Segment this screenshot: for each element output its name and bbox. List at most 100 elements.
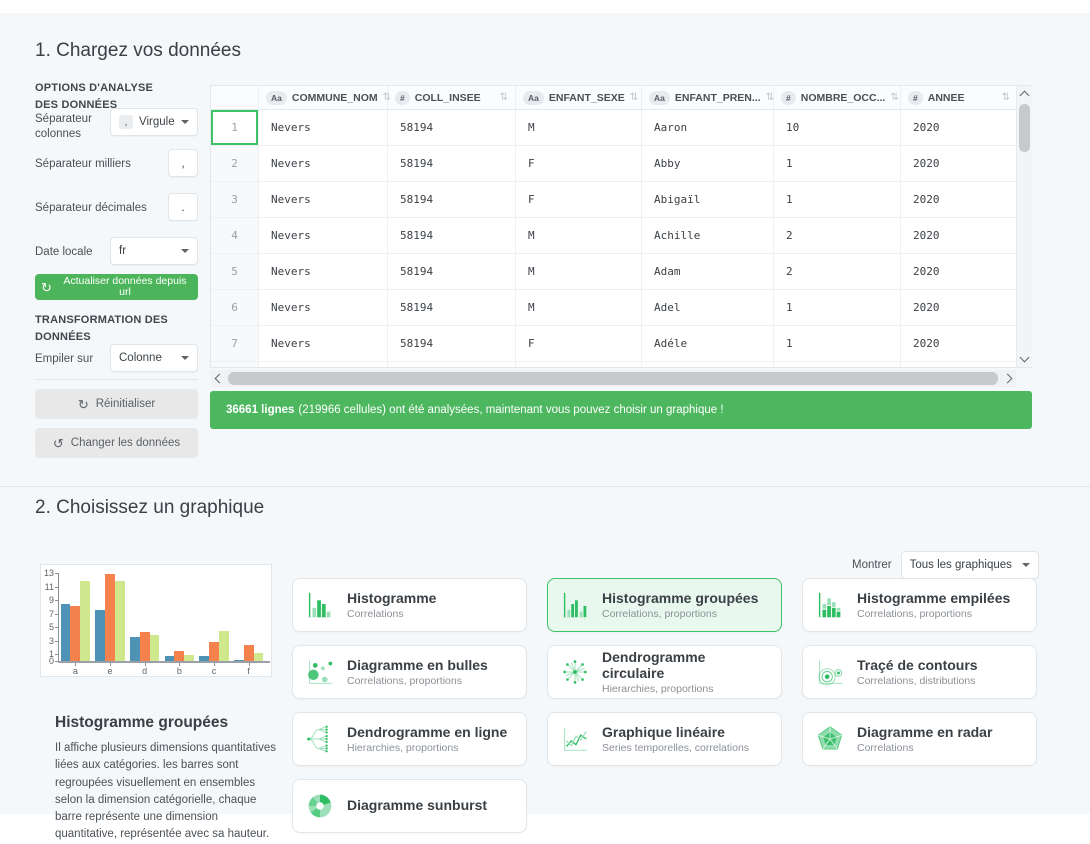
sort-icon[interactable]: ⇅ <box>890 92 898 103</box>
chart-card[interactable]: Graphique linéaireSeries temporelles, co… <box>547 712 782 766</box>
table-cell[interactable]: Nevers <box>259 290 388 325</box>
table-cell[interactable]: Abigaïl <box>642 182 774 217</box>
change-data-button[interactable]: ↺ Changer les données <box>35 428 198 458</box>
sort-icon[interactable]: ⇅ <box>766 92 774 103</box>
table-cell[interactable]: Achille <box>642 218 774 253</box>
row-number-cell[interactable]: 1 <box>211 110 259 145</box>
table-cell[interactable]: 2 <box>774 218 901 253</box>
column-header[interactable]: AaCOMMUNE_NOM⇅ <box>259 86 388 109</box>
table-cell[interactable]: 2020 <box>901 182 1018 217</box>
decimals-separator-input[interactable]: . <box>168 193 198 221</box>
scroll-right-icon[interactable] <box>1003 374 1013 384</box>
row-number-cell[interactable]: 4 <box>211 218 259 253</box>
sort-icon[interactable]: ⇅ <box>630 92 638 103</box>
row-number-cell[interactable]: 7 <box>211 326 259 361</box>
grouped-bars-icon <box>558 588 592 622</box>
scroll-down-icon[interactable] <box>1020 353 1030 363</box>
table-cell[interactable]: 58194 <box>388 362 516 368</box>
table-cell[interactable]: M <box>516 110 642 145</box>
table-cell[interactable]: F <box>516 362 642 368</box>
table-cell[interactable]: 2020 <box>901 218 1018 253</box>
sort-icon[interactable]: ⇅ <box>500 92 508 103</box>
table-cell[interactable]: M <box>516 290 642 325</box>
table-cell[interactable]: 58194 <box>388 326 516 361</box>
table-cell[interactable]: 10 <box>774 110 901 145</box>
chart-card[interactable]: Dendrogramme en ligneHierarchies, propor… <box>292 712 527 766</box>
column-header[interactable]: #COLL_INSEE⇅ <box>388 86 516 109</box>
sort-icon[interactable]: ⇅ <box>1002 92 1010 103</box>
column-header[interactable]: #ANNEE⇅ <box>901 86 1018 109</box>
table-cell[interactable]: 2020 <box>901 110 1018 145</box>
table-cell[interactable]: Adèle <box>642 362 774 368</box>
vertical-scroll-thumb[interactable] <box>1019 104 1030 152</box>
show-filter-select[interactable]: Tous les graphiques <box>901 551 1039 579</box>
column-header[interactable]: AaENFANT_SEXE⇅ <box>516 86 642 109</box>
table-cell[interactable]: 2020 <box>901 146 1018 181</box>
table-cell[interactable]: 58194 <box>388 182 516 217</box>
table-cell[interactable]: 2020 <box>901 254 1018 289</box>
section2-title: 2. Choisissez un graphique <box>35 497 264 519</box>
table-cell[interactable]: Adel <box>642 290 774 325</box>
table-cell[interactable]: 2020 <box>901 326 1018 361</box>
table-cell[interactable]: 2 <box>774 254 901 289</box>
row-number-cell[interactable]: 6 <box>211 290 259 325</box>
table-cell[interactable]: Nevers <box>259 146 388 181</box>
table-cell[interactable]: Nevers <box>259 362 388 368</box>
chart-card[interactable]: Histogramme groupéesCorrelations, propor… <box>547 578 782 632</box>
table-cell[interactable]: Aaron <box>642 110 774 145</box>
table-cell[interactable]: F <box>516 326 642 361</box>
row-number-cell[interactable]: 5 <box>211 254 259 289</box>
table-horizontal-scrollbar[interactable] <box>210 370 1016 387</box>
table-cell[interactable]: Adéle <box>642 326 774 361</box>
table-cell[interactable]: 58194 <box>388 146 516 181</box>
column-header[interactable]: #NOMBRE_OCC...⇅ <box>774 86 901 109</box>
reset-button[interactable]: ↻ Réinitialiser <box>35 389 198 419</box>
table-cell[interactable]: 1 <box>774 290 901 325</box>
table-cell[interactable]: Abby <box>642 146 774 181</box>
y-axis-tick-label: 5 <box>41 622 54 632</box>
refresh-from-url-button[interactable]: ↻ Actualiser données depuis url <box>35 274 198 300</box>
chart-card[interactable]: HistogrammeCorrelations <box>292 578 527 632</box>
table-vertical-scrollbar[interactable] <box>1016 86 1032 367</box>
horizontal-scroll-thumb[interactable] <box>228 372 998 385</box>
table-cell[interactable]: M <box>516 218 642 253</box>
table-cell[interactable]: M <box>516 254 642 289</box>
table-cell[interactable]: 1 <box>774 146 901 181</box>
table-cell[interactable]: F <box>516 146 642 181</box>
table-cell[interactable]: Nevers <box>259 254 388 289</box>
table-cell[interactable]: 2 <box>774 362 901 368</box>
column-header[interactable]: AaENFANT_PREN...⇅ <box>642 86 774 109</box>
table-cell[interactable]: Adam <box>642 254 774 289</box>
scroll-left-icon[interactable] <box>215 374 225 384</box>
scroll-up-icon[interactable] <box>1020 91 1030 101</box>
table-cell[interactable]: 1 <box>774 326 901 361</box>
row-number-cell[interactable]: 3 <box>211 182 259 217</box>
table-cell[interactable]: 1 <box>774 182 901 217</box>
table-cell[interactable]: Nevers <box>259 182 388 217</box>
table-cell[interactable]: Nevers <box>259 110 388 145</box>
table-cell[interactable]: 58194 <box>388 254 516 289</box>
table-cell[interactable]: 58194 <box>388 218 516 253</box>
chart-card[interactable]: Histogramme empiléesCorrelations, propor… <box>802 578 1037 632</box>
columns-separator-select[interactable]: , Virgule <box>110 108 198 136</box>
row-number-cell[interactable]: 8 <box>211 362 259 368</box>
undo-clock-icon: ↺ <box>53 437 64 450</box>
table-row: 7Nevers58194FAdéle12020 <box>211 326 1031 362</box>
chart-card[interactable]: Dendrogramme circulaireHierarchies, prop… <box>547 645 782 699</box>
date-locale-select[interactable]: fr <box>110 237 198 265</box>
table-cell[interactable]: Nevers <box>259 326 388 361</box>
table-cell[interactable]: 2020 <box>901 362 1018 368</box>
row-number-cell[interactable]: 2 <box>211 146 259 181</box>
thousands-separator-input[interactable]: , <box>168 149 198 177</box>
bar-serie-3 <box>80 581 90 661</box>
chart-card[interactable]: Diagramme en radarCorrelations <box>802 712 1037 766</box>
table-cell[interactable]: Nevers <box>259 218 388 253</box>
table-cell[interactable]: 2020 <box>901 290 1018 325</box>
table-cell[interactable]: F <box>516 182 642 217</box>
chart-card[interactable]: Diagramme sunburst <box>292 779 527 833</box>
chart-card[interactable]: Traçé de contoursCorrelations, distribut… <box>802 645 1037 699</box>
stack-on-select[interactable]: Colonne <box>110 344 198 372</box>
table-cell[interactable]: 58194 <box>388 290 516 325</box>
table-cell[interactable]: 58194 <box>388 110 516 145</box>
chart-card[interactable]: Diagramme en bullesCorrelations, proport… <box>292 645 527 699</box>
